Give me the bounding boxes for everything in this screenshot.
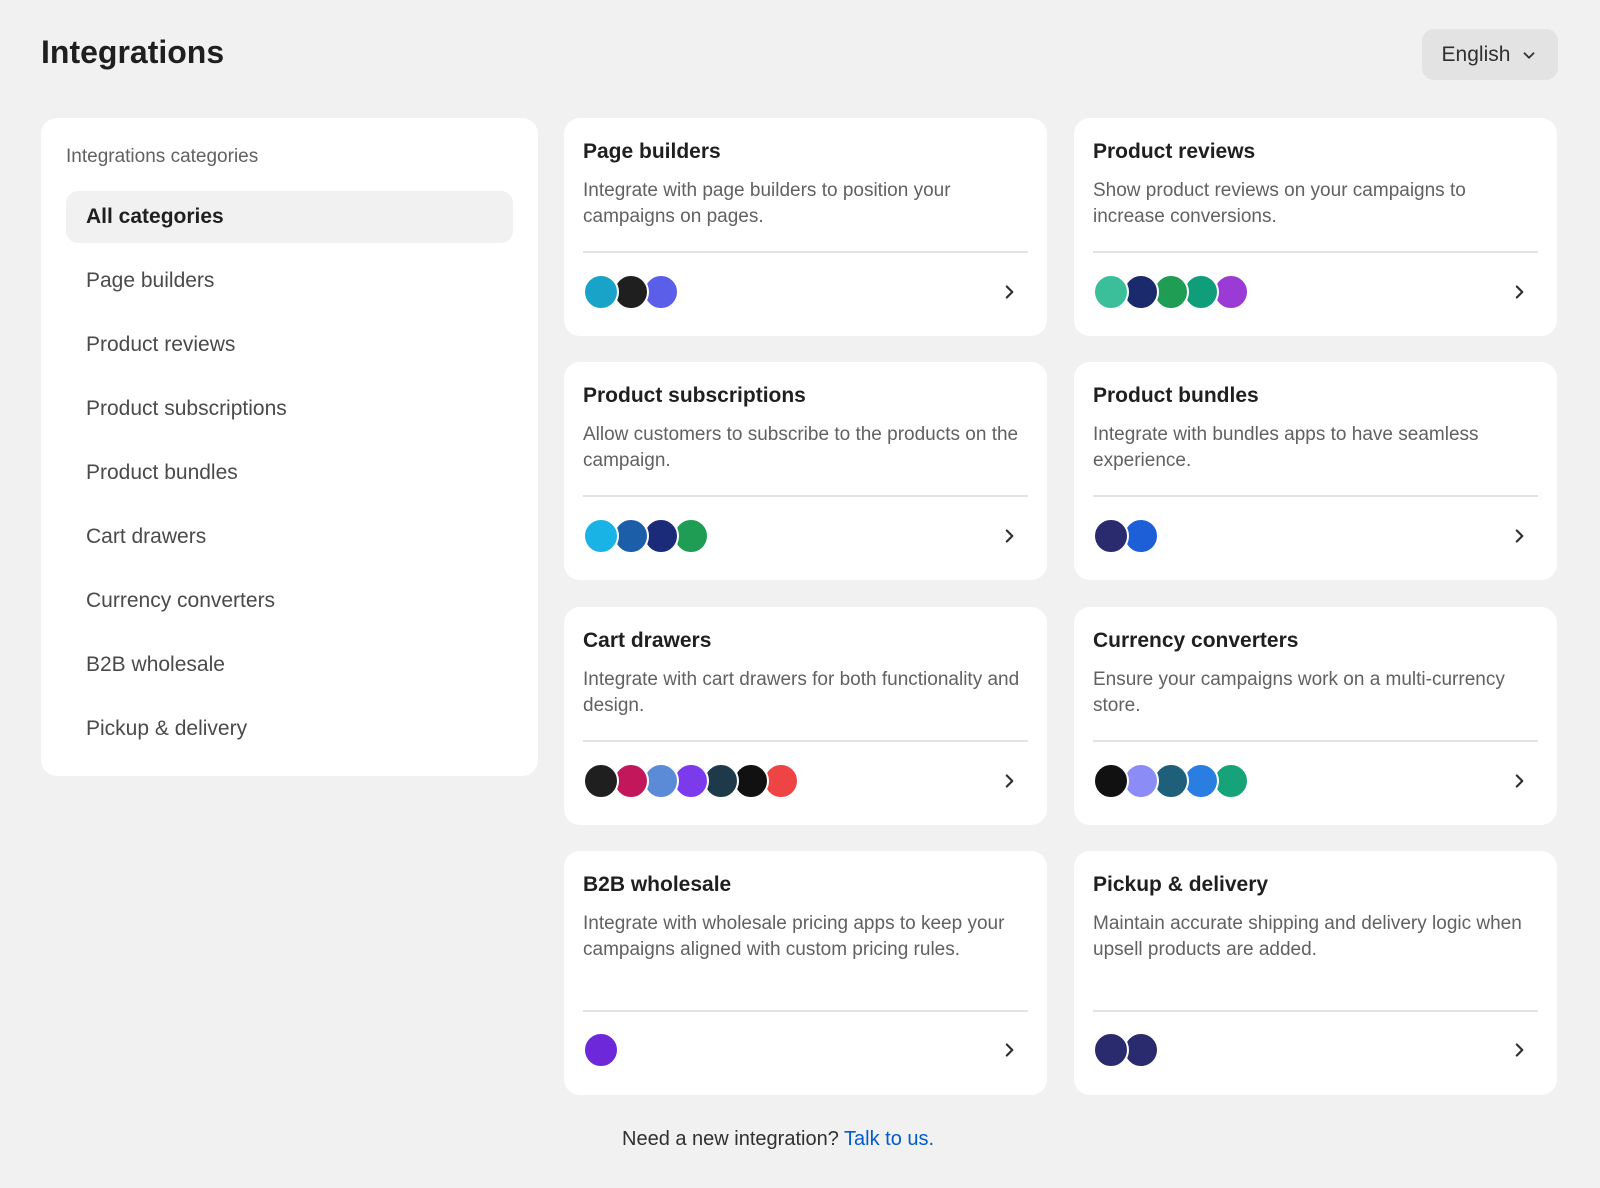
card-description: Integrate with wholesale pricing apps to… [583, 913, 1005, 960]
app-logo-icon [1093, 274, 1129, 310]
card-footer [583, 1028, 1028, 1072]
chevron-right-icon[interactable] [998, 525, 1020, 547]
sidebar-heading: Integrations categories [66, 146, 259, 167]
app-logo-icon [583, 1032, 619, 1068]
card-divider [1093, 1010, 1538, 1012]
card-product-reviews[interactable]: Product reviews Show product reviews on … [1074, 118, 1557, 336]
card-page-builders[interactable]: Page builders Integrate with page builde… [564, 118, 1047, 336]
app-logo-icon [1093, 1032, 1129, 1068]
card-title: Product reviews [1093, 140, 1256, 163]
card-title: B2B wholesale [583, 873, 732, 896]
card-footer [583, 759, 1028, 803]
app-logo-icon [583, 518, 619, 554]
card-divider [583, 1010, 1028, 1012]
card-description: Ensure your campaigns work on a multi-cu… [1093, 669, 1505, 716]
card-description: Show product reviews on your campaigns t… [1093, 180, 1466, 227]
app-logo-icon [583, 274, 619, 310]
card-footer [1093, 1028, 1538, 1072]
page-title: Integrations [41, 34, 225, 70]
sidebar-item-cart-drawers[interactable]: Cart drawers [66, 511, 513, 563]
talk-to-us-link[interactable]: Talk to us. [844, 1128, 934, 1150]
card-divider [1093, 495, 1538, 497]
card-description: Allow customers to subscribe to the prod… [583, 424, 1019, 471]
card-pickup-delivery[interactable]: Pickup & delivery Maintain accurate ship… [1074, 851, 1557, 1095]
chevron-right-icon[interactable] [998, 281, 1020, 303]
sidebar-item-product-bundles[interactable]: Product bundles [66, 447, 513, 499]
chevron-right-icon[interactable] [1508, 1039, 1530, 1061]
card-title: Pickup & delivery [1093, 873, 1269, 896]
app-logo-icon [583, 763, 619, 799]
card-divider [583, 495, 1028, 497]
chevron-down-icon [1524, 51, 1535, 59]
card-title: Product bundles [1093, 384, 1259, 407]
card-description: Maintain accurate shipping and delivery … [1093, 913, 1522, 960]
card-footer [583, 514, 1028, 558]
app-logos [1093, 1032, 1159, 1068]
footer-note: Need a new integration? Talk to us. [0, 1128, 1600, 1151]
chevron-right-icon[interactable] [1508, 770, 1530, 792]
sidebar-item-all-categories[interactable]: All categories [66, 191, 513, 243]
chevron-right-icon[interactable] [998, 1039, 1020, 1061]
language-select-button[interactable]: English [1422, 29, 1558, 80]
app-logo-icon [1093, 518, 1129, 554]
card-title: Currency converters [1093, 629, 1299, 652]
card-footer [583, 270, 1028, 314]
card-title: Cart drawers [583, 629, 712, 652]
app-logos [1093, 274, 1249, 310]
sidebar-item-pickup-delivery[interactable]: Pickup & delivery [66, 703, 513, 755]
sidebar-item-product-subscriptions[interactable]: Product subscriptions [66, 383, 513, 435]
card-divider [1093, 251, 1538, 253]
card-cart-drawers[interactable]: Cart drawers Integrate with cart drawers… [564, 607, 1047, 825]
language-label: English [1441, 42, 1511, 66]
card-divider [583, 251, 1028, 253]
card-description: Integrate with cart drawers for both fun… [583, 669, 1020, 716]
app-logos [583, 518, 709, 554]
card-divider [583, 740, 1028, 742]
sidebar-item-page-builders[interactable]: Page builders [66, 255, 513, 307]
footer-text: Need a new integration? [622, 1128, 839, 1150]
card-title: Product subscriptions [583, 384, 806, 407]
card-product-bundles[interactable]: Product bundles Integrate with bundles a… [1074, 362, 1557, 580]
sidebar-item-currency-converters[interactable]: Currency converters [66, 575, 513, 627]
app-logos [583, 1032, 619, 1068]
card-b2b-wholesale[interactable]: B2B wholesale Integrate with wholesale p… [564, 851, 1047, 1095]
categories-sidebar: Integrations categories All categories P… [41, 118, 538, 776]
app-logos [1093, 518, 1159, 554]
app-logos [1093, 763, 1249, 799]
card-divider [1093, 740, 1538, 742]
app-logos [583, 274, 679, 310]
card-product-subscriptions[interactable]: Product subscriptions Allow customers to… [564, 362, 1047, 580]
card-title: Page builders [583, 140, 721, 163]
chevron-right-icon[interactable] [1508, 281, 1530, 303]
sidebar-item-product-reviews[interactable]: Product reviews [66, 319, 513, 371]
chevron-right-icon[interactable] [1508, 525, 1530, 547]
card-footer [1093, 270, 1538, 314]
card-description: Integrate with page builders to position… [583, 180, 951, 227]
card-footer [1093, 759, 1538, 803]
chevron-right-icon[interactable] [998, 770, 1020, 792]
card-footer [1093, 514, 1538, 558]
card-currency-converters[interactable]: Currency converters Ensure your campaign… [1074, 607, 1557, 825]
sidebar-item-b2b-wholesale[interactable]: B2B wholesale [66, 639, 513, 691]
app-logos [583, 763, 799, 799]
app-logo-icon [1093, 763, 1129, 799]
card-description: Integrate with bundles apps to have seam… [1093, 424, 1479, 471]
